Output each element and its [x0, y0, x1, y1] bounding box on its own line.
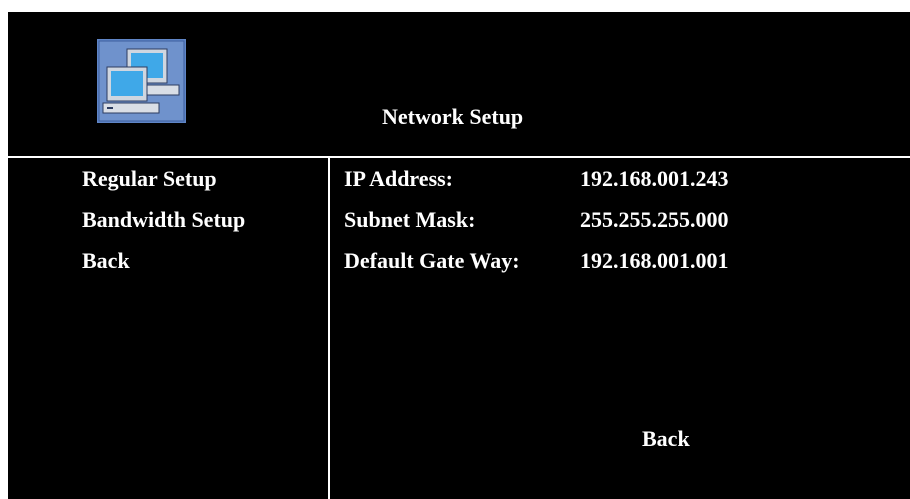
ip-address-value[interactable]: 192.168.001.243 [580, 158, 729, 199]
setup-menu: Regular Setup Bandwidth Setup Back [82, 158, 322, 281]
network-computers-icon [97, 39, 186, 123]
page-title: Network Setup [382, 104, 524, 129]
network-info-panel: IP Address: 192.168.001.243 Subnet Mask:… [344, 158, 729, 281]
subnet-mask-row: Subnet Mask: 255.255.255.000 [344, 199, 729, 240]
menu-item-bandwidth-setup[interactable]: Bandwidth Setup [82, 199, 322, 240]
column-divider [328, 158, 330, 499]
subnet-mask-label: Subnet Mask: [344, 207, 476, 232]
ip-address-label: IP Address: [344, 166, 454, 191]
menu-item-back[interactable]: Back [82, 240, 322, 281]
menu-item-regular-setup[interactable]: Regular Setup [82, 158, 322, 199]
default-gateway-value[interactable]: 192.168.001.001 [580, 240, 729, 281]
header: Network Setup [8, 12, 910, 156]
default-gateway-row: Default Gate Way: 192.168.001.001 [344, 240, 729, 281]
default-gateway-label: Default Gate Way: [344, 248, 520, 273]
subnet-mask-value[interactable]: 255.255.255.000 [580, 199, 729, 240]
network-setup-screen: Network Setup Regular Setup Bandwidth Se… [8, 12, 910, 499]
back-button[interactable]: Back [642, 426, 690, 452]
ip-address-row: IP Address: 192.168.001.243 [344, 158, 729, 199]
